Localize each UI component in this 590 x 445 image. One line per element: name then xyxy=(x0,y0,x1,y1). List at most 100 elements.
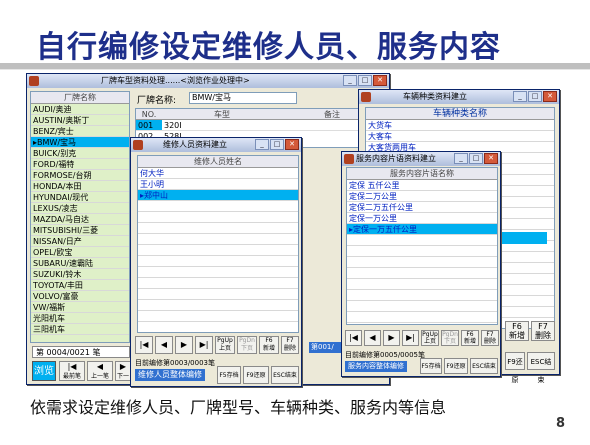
first-record-button[interactable]: |◀ 最前笔 xyxy=(59,361,85,381)
list-item[interactable]: HYUNDAI/现代 xyxy=(31,192,129,203)
list-item[interactable]: ▸BMW/宝马 xyxy=(31,137,129,148)
staff-prev-button[interactable]: ◀ xyxy=(155,336,173,354)
vehicle-window-title: 车辆种类资料建立 xyxy=(403,92,467,101)
list-item[interactable]: BENZ/宾士 xyxy=(31,126,129,137)
list-item[interactable]: MAZDA/马自达 xyxy=(31,214,129,225)
staff-pgup-button[interactable]: PgUp 上页 xyxy=(215,336,235,354)
list-item[interactable]: VOLVO/富豪 xyxy=(31,291,129,302)
service-window-titlebar[interactable]: 服务内容片语资料建立 _ □ ✕ xyxy=(342,152,500,166)
close-icon[interactable]: ✕ xyxy=(484,153,498,164)
list-item[interactable]: 定保 五仟公里 xyxy=(347,180,497,191)
table-row[interactable]: 001 320I xyxy=(136,120,384,131)
brand-list-header: 厂牌名称 xyxy=(31,92,129,104)
service-last-button[interactable]: ▶| xyxy=(402,330,419,346)
service-next-button[interactable]: ▶ xyxy=(383,330,400,346)
service-pgup-button[interactable]: PgUp 上页 xyxy=(421,330,439,346)
staff-last-button[interactable]: ▶| xyxy=(195,336,213,354)
staff-record-status: 目前编修第0003/0003笔 xyxy=(135,359,215,367)
staff-next-button[interactable]: ▶ xyxy=(175,336,193,354)
service-save-button[interactable]: F5存档 xyxy=(420,358,442,374)
prev-record-button[interactable]: ◀ 上一笔 xyxy=(87,361,113,381)
list-item[interactable]: FORD/福特 xyxy=(31,159,129,170)
list-item[interactable]: 光阳机车 xyxy=(31,313,129,324)
vehicle-add-button[interactable]: F6 新增 xyxy=(505,321,529,341)
first-label: 最前笔 xyxy=(62,373,81,380)
prev-icon: ◀ xyxy=(160,340,168,349)
minimize-icon[interactable]: _ xyxy=(513,91,527,102)
maximize-icon[interactable]: □ xyxy=(358,75,372,86)
close-icon[interactable]: ✕ xyxy=(543,91,557,102)
next-record-button[interactable]: ▶ 下一 xyxy=(115,361,131,381)
list-item[interactable]: 大客车 xyxy=(366,131,554,142)
service-phrase-window: 服务内容片语资料建立 _ □ ✕ 服务内容片语名称 定保 五仟公里 定保二万公里 定保二… xyxy=(341,151,501,377)
service-delete-button[interactable]: F7 删除 xyxy=(481,330,499,346)
empty-row xyxy=(138,289,298,300)
service-record-status: 目前编修第0005/0005笔 xyxy=(345,351,425,359)
brand-window-titlebar[interactable]: 厂牌车型资料处理......<浏览作业处理中> _ □ ✕ xyxy=(27,74,389,88)
staff-window: 维修人员资料建立 _ □ ✕ 维修人员姓名 何大华 王小明 ▸郑中山 |◀ ◀ ▶ ▶|… xyxy=(130,137,302,387)
staff-window-titlebar[interactable]: 维修人员资料建立 _ □ ✕ xyxy=(131,138,301,152)
staff-delete-button[interactable]: F7 删除 xyxy=(281,336,299,354)
list-item[interactable]: MITSUBISHI/三菱 xyxy=(31,225,129,236)
staff-exit-button[interactable]: ESC结束 xyxy=(271,366,299,384)
app-icon xyxy=(133,140,143,150)
list-item[interactable]: ▸郑中山 xyxy=(138,190,298,201)
prev-icon: ◀ xyxy=(96,362,104,371)
service-pgdn-button[interactable]: PgDn 下页 xyxy=(441,330,459,346)
vehicle-delete-button[interactable]: F7 删除 xyxy=(531,321,555,341)
staff-restore-button[interactable]: F9还原 xyxy=(243,366,269,384)
vehicle-exit-button[interactable]: ESC结束 xyxy=(527,352,555,384)
empty-row xyxy=(138,278,298,289)
app-icon xyxy=(29,76,39,86)
list-item[interactable]: 何大华 xyxy=(138,168,298,179)
list-item[interactable]: SUZUKI/铃木 xyxy=(31,269,129,280)
staff-pgdn-button[interactable]: PgDn 下页 xyxy=(237,336,257,354)
service-prev-button[interactable]: ◀ xyxy=(364,330,381,346)
minimize-icon[interactable]: _ xyxy=(255,139,269,150)
empty-row xyxy=(138,201,298,212)
vehicle-window-titlebar[interactable]: 车辆种类资料建立 _ □ ✕ xyxy=(359,90,559,104)
next-label: 下一 xyxy=(116,373,129,380)
close-icon[interactable]: ✕ xyxy=(285,139,299,150)
maximize-icon[interactable]: □ xyxy=(270,139,284,150)
list-item[interactable]: AUDI/奥迪 xyxy=(31,104,129,115)
service-exit-button[interactable]: ESC结束 xyxy=(470,358,498,374)
brand-name-field[interactable]: BMW/宝马 xyxy=(189,92,297,104)
maximize-icon[interactable]: □ xyxy=(528,91,542,102)
empty-row xyxy=(347,235,497,246)
staff-list: 维修人员姓名 何大华 王小明 ▸郑中山 xyxy=(137,155,299,333)
list-item[interactable]: VW/福斯 xyxy=(31,302,129,313)
list-item[interactable]: TOYOTA/丰田 xyxy=(31,280,129,291)
list-item[interactable]: FORMOSE/台朔 xyxy=(31,170,129,181)
list-item[interactable]: BUICK/别克 xyxy=(31,148,129,159)
list-item[interactable]: 定保二万五仟公里 xyxy=(347,202,497,213)
service-restore-button[interactable]: F9还原 xyxy=(444,358,468,374)
close-icon[interactable]: ✕ xyxy=(373,75,387,86)
last-icon: ▶| xyxy=(199,340,209,349)
list-item[interactable]: 定保一万公里 xyxy=(347,213,497,224)
service-add-button[interactable]: F6 新增 xyxy=(461,330,479,346)
staff-add-button[interactable]: F6 新增 xyxy=(259,336,279,354)
list-item[interactable]: HONDA/本田 xyxy=(31,181,129,192)
maximize-icon[interactable]: □ xyxy=(469,153,483,164)
vehicle-restore-button[interactable]: F9还原 xyxy=(505,352,525,384)
list-item[interactable]: 定保二万公里 xyxy=(347,191,497,202)
list-item[interactable]: AUSTIN/奥斯丁 xyxy=(31,115,129,126)
list-item[interactable]: 大货车 xyxy=(366,120,554,131)
service-first-button[interactable]: |◀ xyxy=(345,330,362,346)
minimize-icon[interactable]: _ xyxy=(343,75,357,86)
browse-button[interactable]: 浏览 xyxy=(32,361,56,381)
list-item[interactable]: ▸定保一万五仟公里 xyxy=(347,224,497,235)
list-item[interactable]: SUBARU/速霸陆 xyxy=(31,258,129,269)
slide-title: 自行编修设定维修人员、服务内容 xyxy=(36,30,501,65)
prev-icon: ◀ xyxy=(369,333,376,342)
staff-save-button[interactable]: F5存档 xyxy=(217,366,241,384)
list-item[interactable]: OPEL/欧宝 xyxy=(31,247,129,258)
list-item[interactable]: NISSAN/日产 xyxy=(31,236,129,247)
minimize-icon[interactable]: _ xyxy=(454,153,468,164)
list-item[interactable]: 王小明 xyxy=(138,179,298,190)
staff-first-button[interactable]: |◀ xyxy=(135,336,153,354)
empty-row xyxy=(347,301,497,312)
list-item[interactable]: 三阳机车 xyxy=(31,324,129,335)
list-item[interactable]: LEXUS/凌志 xyxy=(31,203,129,214)
